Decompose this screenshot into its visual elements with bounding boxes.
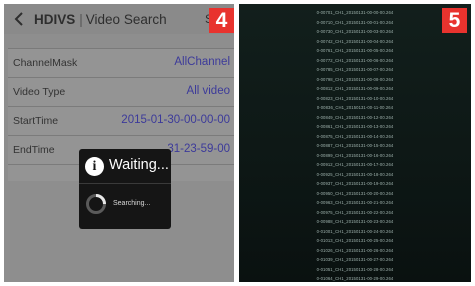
results-list: 0-00701_CH1_20150131-00-00-00.264 0-00710… [239,8,471,282]
info-icon: i [85,157,104,176]
back-button[interactable] [4,4,34,34]
row-value: AllChannel [174,56,230,68]
result-file-item[interactable]: 0-00950_CH1_20150131-00-20-00.264 [239,189,471,199]
step-badge: 5 [442,8,467,33]
row-value: 2015-01-30-00-00-00 [121,114,230,126]
form-row-channel-mask[interactable]: ChannelMask AllChannel [8,49,234,78]
page-title: HDIVS | Video Search [34,12,167,27]
app-header: HDIVS|Video Search S [4,4,234,34]
result-file-item[interactable]: 0-00963_CH1_20150131-00-21-00.264 [239,198,471,208]
search-results-screen: 0-00701_CH1_20150131-00-00-00.264 0-00710… [239,4,471,282]
result-file-item[interactable]: 0-01064_CH1_20150131-00-29-00.264 [239,274,471,282]
row-value: 31-23-59-00 [167,143,230,155]
result-file-item[interactable]: 0-00937_CH1_20150131-00-19-00.264 [239,179,471,189]
form-row-video-type[interactable]: Video Type All video [8,78,234,107]
result-file-item[interactable]: 0-00899_CH1_20150131-00-16-00.264 [239,151,471,161]
screen-title: Video Search [85,11,167,27]
dialog-title: Waiting... [109,157,169,173]
video-search-screen: HDIVS|Video Search S 4 ChannelMask AllCh… [4,4,234,282]
result-file-item[interactable]: 0-00861_CH1_20150131-00-13-00.264 [239,122,471,132]
waiting-dialog: i Waiting... Searching... [79,149,171,229]
result-file-item[interactable]: 0-01013_CH1_20150131-00-25-00.264 [239,236,471,246]
title-separator: | [79,11,83,27]
row-label: ChannelMask [13,57,78,69]
step-badge: 4 [209,8,234,33]
result-file-item[interactable]: 0-00742_CH1_20150131-00-04-00.264 [239,37,471,47]
result-file-item[interactable]: 0-00925_CH1_20150131-00-18-00.264 [239,170,471,180]
result-file-item[interactable]: 0-00849_CH1_20150131-00-12-00.264 [239,113,471,123]
form-row-start-time[interactable]: StartTime 2015-01-30-00-00-00 [8,107,234,136]
spinner-icon [86,194,106,214]
result-file-item[interactable]: 0-00887_CH1_20150131-00-15-00.264 [239,141,471,151]
result-file-item[interactable]: 0-00785_CH1_20150131-00-07-00.264 [239,65,471,75]
result-file-item[interactable]: 0-01051_CH1_20150131-00-28-00.264 [239,265,471,275]
dialog-divider [79,183,171,184]
result-file-item[interactable]: 0-01001_CH1_20150131-00-24-00.264 [239,227,471,237]
result-file-item[interactable]: 0-01039_CH1_20150131-00-27-00.264 [239,255,471,265]
result-file-item[interactable]: 0-00975_CH1_20150131-00-22-00.264 [239,208,471,218]
result-file-item[interactable]: 0-01026_CH1_20150131-00-26-00.264 [239,246,471,256]
result-file-item[interactable]: 0-00798_CH1_20150131-00-08-00.264 [239,75,471,85]
row-label: StartTime [13,115,59,127]
result-file-item[interactable]: 0-00772_CH1_20150131-00-06-00.264 [239,56,471,66]
result-file-item[interactable]: 0-00701_CH1_20150131-00-00-00.264 [239,8,471,18]
dialog-status: Searching... [113,200,151,207]
result-file-item[interactable]: 0-00823_CH1_20150131-00-10-00.264 [239,94,471,104]
row-label: EndTime [13,144,55,156]
result-file-item[interactable]: 0-00988_CH1_20150131-00-23-00.264 [239,217,471,227]
chevron-left-icon [14,12,23,26]
result-file-item[interactable]: 0-00875_CH1_20150131-00-14-00.264 [239,132,471,142]
row-label: Video Type [13,86,66,98]
result-file-item[interactable]: 0-00761_CH1_20150131-00-05-00.264 [239,46,471,56]
row-value: All video [186,85,230,97]
result-file-item[interactable]: 0-00710_CH1_20150131-00-01-00.264 [239,18,471,28]
app-brand: HDIVS [34,11,76,27]
result-file-item[interactable]: 0-00812_CH1_20150131-00-09-00.264 [239,84,471,94]
result-file-item[interactable]: 0-00836_CH1_20150131-00-11-00.264 [239,103,471,113]
result-file-item[interactable]: 0-00912_CH1_20150131-00-17-00.264 [239,160,471,170]
result-file-item[interactable]: 0-00730_CH1_20150131-00-03-00.264 [239,27,471,37]
